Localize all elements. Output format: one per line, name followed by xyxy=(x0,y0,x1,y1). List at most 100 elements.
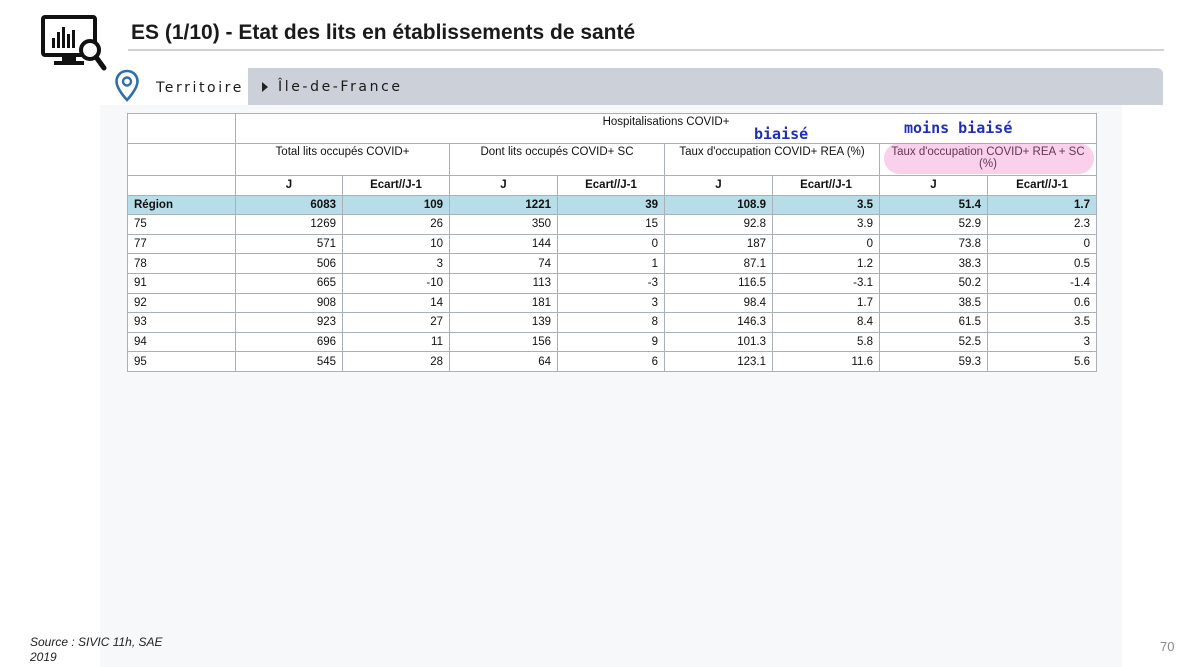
table-cell: 1221 xyxy=(449,194,558,216)
group-header: Total lits occupés COVID+ xyxy=(235,143,450,176)
table-cell: 8.4 xyxy=(772,312,880,333)
table-cell: 156 xyxy=(449,331,558,353)
territory-selector[interactable]: Île-de-France xyxy=(248,68,1163,105)
group-header: Taux d'occupation COVID+ REA (%) xyxy=(664,143,880,176)
table-row: 77 571 10 144 0 187 0 73.8 0 xyxy=(127,233,1097,255)
annotation-biased: biaisé xyxy=(754,125,809,143)
table-cell: 0 xyxy=(987,233,1097,255)
row-label: 77 xyxy=(127,233,236,255)
caret-right-icon xyxy=(262,82,268,92)
table-cell: 0 xyxy=(557,233,665,255)
table-cell: 350 xyxy=(449,214,558,235)
table-cell: 908 xyxy=(235,292,343,314)
sub-header: Ecart//J-1 xyxy=(772,175,880,196)
page-number: 70 xyxy=(1160,639,1175,654)
table-cell: 3.5 xyxy=(772,194,880,216)
table-cell: 87.1 xyxy=(664,253,773,274)
table-cell: 108.9 xyxy=(664,194,773,216)
table-cell: 696 xyxy=(235,331,343,353)
table-cell: 8 xyxy=(557,312,665,333)
title-divider xyxy=(128,49,1164,51)
table-cell: 15 xyxy=(557,214,665,235)
table-cell: 3 xyxy=(342,253,450,274)
table-cell: 10 xyxy=(342,233,450,255)
sub-header: J xyxy=(235,175,343,196)
row-label: 78 xyxy=(127,253,236,274)
table-cell: 113 xyxy=(449,272,558,294)
header-corner xyxy=(127,113,236,144)
row-label: 95 xyxy=(127,351,236,372)
table-cell: 545 xyxy=(235,351,343,372)
table-cell: 181 xyxy=(449,292,558,314)
table-cell: 61.5 xyxy=(879,312,988,333)
table-cell: 11.6 xyxy=(772,351,880,372)
sub-header: J xyxy=(664,175,773,196)
table-row: 93 923 27 139 8 146.3 8.4 61.5 3.5 xyxy=(127,312,1097,333)
table-cell: 38.3 xyxy=(879,253,988,274)
location-pin-icon xyxy=(115,69,139,102)
dashboard-search-icon xyxy=(41,15,107,71)
table-cell: 3.5 xyxy=(987,312,1097,333)
table-cell: 144 xyxy=(449,233,558,255)
table-cell: 146.3 xyxy=(664,312,773,333)
table-cell: 26 xyxy=(342,214,450,235)
territory-value: Île-de-France xyxy=(278,79,403,95)
table-cell: 64 xyxy=(449,351,558,372)
table-cell: 2.3 xyxy=(987,214,1097,235)
row-label: 91 xyxy=(127,272,236,294)
table-cell: 109 xyxy=(342,194,450,216)
territory-label: Territoire xyxy=(156,80,244,96)
table-cell: 665 xyxy=(235,272,343,294)
header-corner xyxy=(127,175,236,196)
table-cell: 39 xyxy=(557,194,665,216)
table-cell: 0 xyxy=(772,233,880,255)
table-cell: 187 xyxy=(664,233,773,255)
table-cell: 51.4 xyxy=(879,194,988,216)
table-cell: 92.8 xyxy=(664,214,773,235)
table-cell: 52.9 xyxy=(879,214,988,235)
table-cell: 74 xyxy=(449,253,558,274)
sub-header: Ecart//J-1 xyxy=(557,175,665,196)
table-cell: 123.1 xyxy=(664,351,773,372)
table-cell: -1.4 xyxy=(987,272,1097,294)
table-cell: 59.3 xyxy=(879,351,988,372)
table-cell: -3 xyxy=(557,272,665,294)
table-cell: 52.5 xyxy=(879,331,988,353)
table-cell: 14 xyxy=(342,292,450,314)
table-cell: 0.5 xyxy=(987,253,1097,274)
table-cell: 9 xyxy=(557,331,665,353)
table-cell: 50.2 xyxy=(879,272,988,294)
table-cell: 923 xyxy=(235,312,343,333)
table-cell: 3 xyxy=(557,292,665,314)
table-cell: 98.4 xyxy=(664,292,773,314)
row-label: Région xyxy=(127,194,236,216)
table-cell: 1.2 xyxy=(772,253,880,274)
page-title: ES (1/10) - Etat des lits en établisseme… xyxy=(131,21,636,44)
table-row: 92 908 14 181 3 98.4 1.7 38.5 0.6 xyxy=(127,292,1097,314)
table-cell: 1 xyxy=(557,253,665,274)
table-cell: 1.7 xyxy=(987,194,1097,216)
table-cell: 101.3 xyxy=(664,331,773,353)
table-cell: 116.5 xyxy=(664,272,773,294)
annotation-less-biased: moins biaisé xyxy=(904,119,1013,137)
row-label: 94 xyxy=(127,331,236,353)
table-cell: 6 xyxy=(557,351,665,372)
table-row: 94 696 11 156 9 101.3 5.8 52.5 3 xyxy=(127,331,1097,353)
row-label: 75 xyxy=(127,214,236,235)
table-row: 91 665 -10 113 -3 116.5 -3.1 50.2 -1.4 xyxy=(127,272,1097,294)
group-header: Dont lits occupés COVID+ SC xyxy=(449,143,665,176)
table-cell: 11 xyxy=(342,331,450,353)
table-cell: 28 xyxy=(342,351,450,372)
table-row: 78 506 3 74 1 87.1 1.2 38.3 0.5 xyxy=(127,253,1097,274)
row-label: 92 xyxy=(127,292,236,314)
table-cell: 1269 xyxy=(235,214,343,235)
table-cell: 5.6 xyxy=(987,351,1097,372)
table-cell: 5.8 xyxy=(772,331,880,353)
table-cell: 27 xyxy=(342,312,450,333)
row-label: 93 xyxy=(127,312,236,333)
table-cell: 3.9 xyxy=(772,214,880,235)
sub-header: J xyxy=(879,175,988,196)
table-cell: 139 xyxy=(449,312,558,333)
table-cell: 73.8 xyxy=(879,233,988,255)
sub-header: J xyxy=(449,175,558,196)
